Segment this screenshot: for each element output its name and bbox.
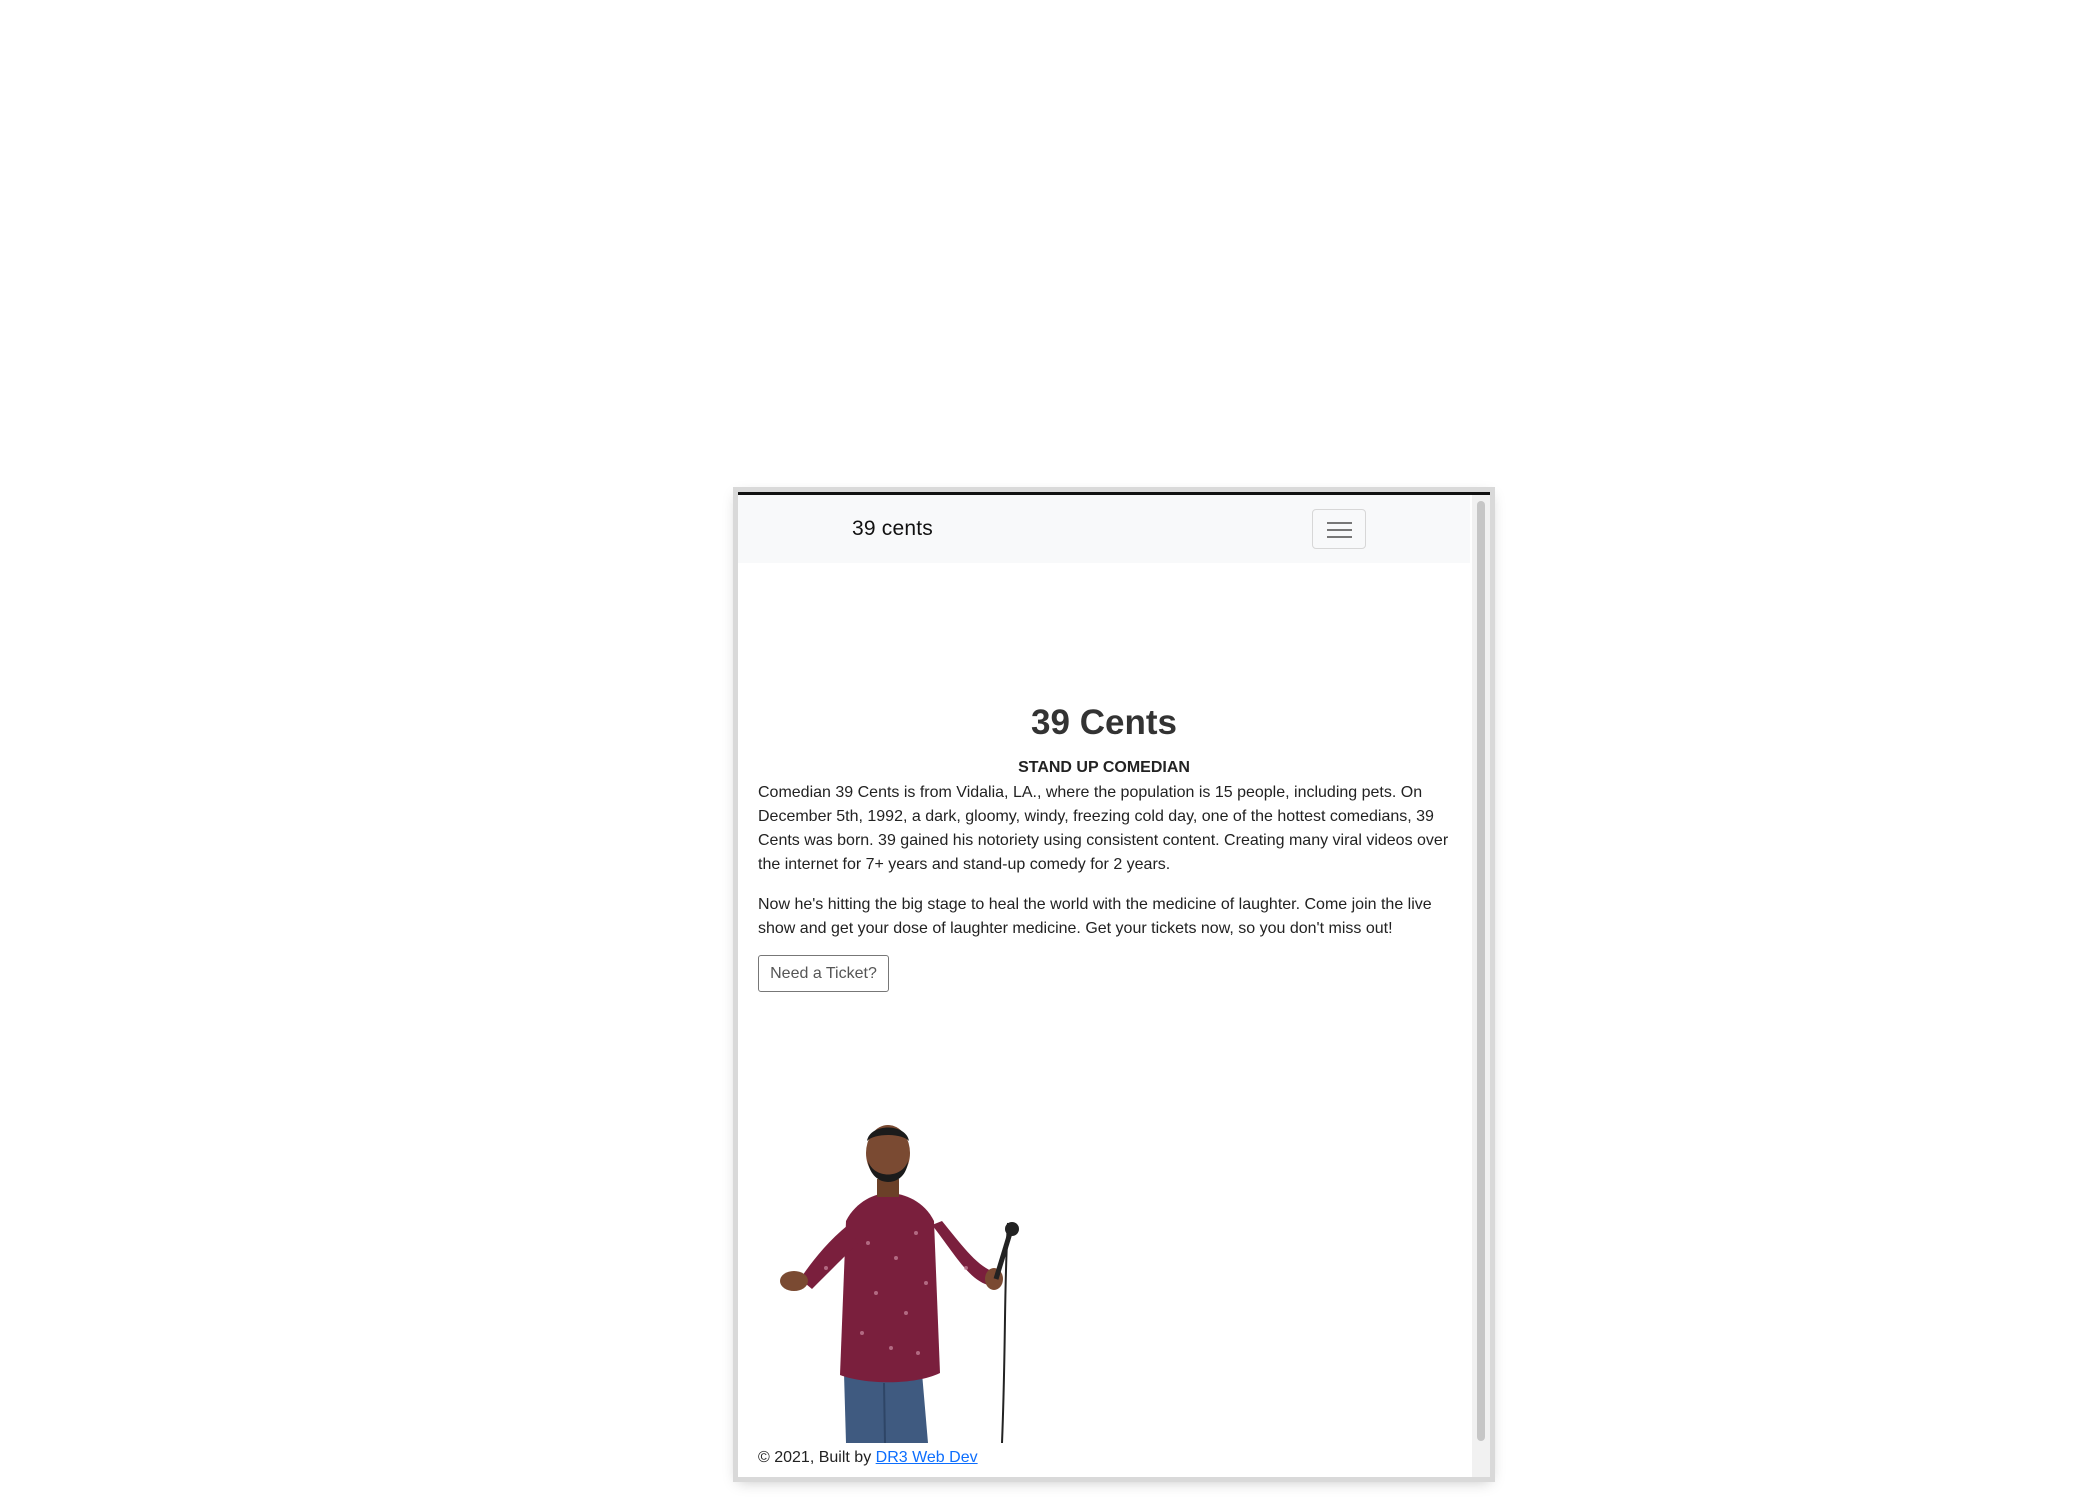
bio-paragraph-1: Comedian 39 Cents is from Vidalia, LA., … (758, 784, 1449, 873)
page-viewport: 39 cents 39 Cents STAND UP COMEDIAN Come… (738, 495, 1470, 1477)
navbar-brand[interactable]: 39 cents (852, 517, 933, 541)
footer-copyright: © 2021, Built by (758, 1449, 872, 1466)
comedian-photo (780, 1125, 1019, 1443)
page-subtitle: STAND UP COMEDIAN (1018, 759, 1190, 776)
need-ticket-button[interactable]: Need a Ticket? (758, 955, 889, 992)
browser-frame: 39 cents 39 Cents STAND UP COMEDIAN Come… (738, 492, 1490, 1477)
page-title: 39 Cents (1031, 703, 1177, 742)
footer: © 2021, Built by DR3 Web Dev (758, 1449, 978, 1467)
navbar: 39 cents (738, 495, 1470, 563)
vertical-scrollbar[interactable] (1472, 495, 1490, 1477)
scrollbar-thumb[interactable] (1477, 501, 1485, 1441)
footer-link-dr3-web-dev[interactable]: DR3 Web Dev (876, 1449, 978, 1466)
bio-paragraph-2: Now he's hitting the big stage to heal t… (758, 896, 1432, 937)
navbar-toggler-button[interactable] (1312, 509, 1366, 549)
